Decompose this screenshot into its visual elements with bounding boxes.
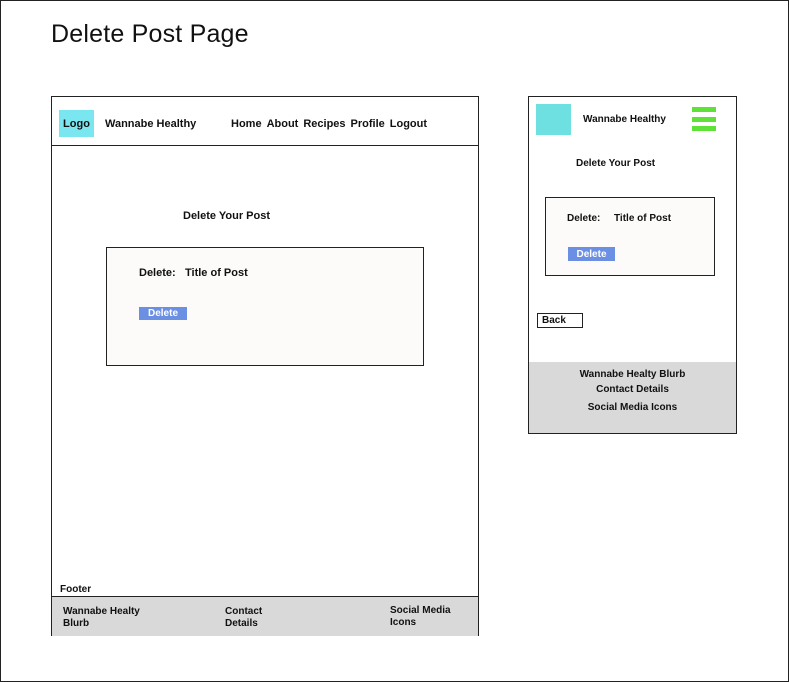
desktop-wireframe: Logo Wannabe Healthy Home About Recipes … <box>51 96 479 636</box>
mobile-brand-name: Wannabe Healthy <box>583 114 666 125</box>
nav-logout[interactable]: Logout <box>390 118 427 130</box>
footer-social: Social Media Icons <box>390 605 451 628</box>
page-title: Delete Post Page <box>51 20 249 48</box>
delete-card: Delete: Title of Post Delete <box>106 247 424 366</box>
logo[interactable]: Logo <box>59 110 94 137</box>
nav-recipes[interactable]: Recipes <box>303 118 345 130</box>
mobile-delete-button[interactable]: Delete <box>568 247 615 261</box>
footer-contact: Contact Details <box>225 606 263 629</box>
mobile-delete-label: Delete: <box>567 213 601 224</box>
menu-bar <box>692 107 716 112</box>
menu-bar <box>692 126 716 131</box>
mobile-post-title: Title of Post <box>614 213 672 224</box>
mobile-footer: Wannabe Healty Blurb Contact Details Soc… <box>529 362 736 433</box>
delete-heading: Delete Your Post <box>183 210 271 222</box>
desktop-footer: Wannabe Healty Blurb Contact Details Soc… <box>52 596 478 636</box>
mobile-footer-blurb: Wannabe Healty Blurb <box>579 369 686 380</box>
delete-button[interactable]: Delete <box>139 307 187 320</box>
nav-bar: Home About Recipes Profile Logout <box>231 118 427 130</box>
brand-name: Wannabe Healthy <box>105 118 197 130</box>
hamburger-menu-icon[interactable] <box>692 107 716 131</box>
back-button[interactable]: Back <box>537 313 583 328</box>
nav-profile[interactable]: Profile <box>351 118 385 130</box>
mobile-footer-social: Social Media Icons <box>587 402 678 413</box>
mobile-wireframe: Wannabe Healthy Delete Your Post Delete:… <box>528 96 737 434</box>
mobile-delete-heading: Delete Your Post <box>576 158 656 169</box>
mobile-logo[interactable] <box>536 104 571 135</box>
post-title: Title of Post <box>185 267 248 279</box>
mobile-footer-contact: Contact Details <box>596 384 669 395</box>
mobile-delete-card: Delete: Title of Post Delete <box>545 197 715 276</box>
footer-blurb: Wannabe Healty Blurb <box>63 606 140 629</box>
desktop-header: Logo Wannabe Healthy Home About Recipes … <box>52 97 478 146</box>
nav-home[interactable]: Home <box>231 118 262 130</box>
delete-label: Delete: <box>139 267 176 279</box>
nav-about[interactable]: About <box>267 118 299 130</box>
menu-bar <box>692 116 716 122</box>
footer-label: Footer <box>60 584 92 595</box>
